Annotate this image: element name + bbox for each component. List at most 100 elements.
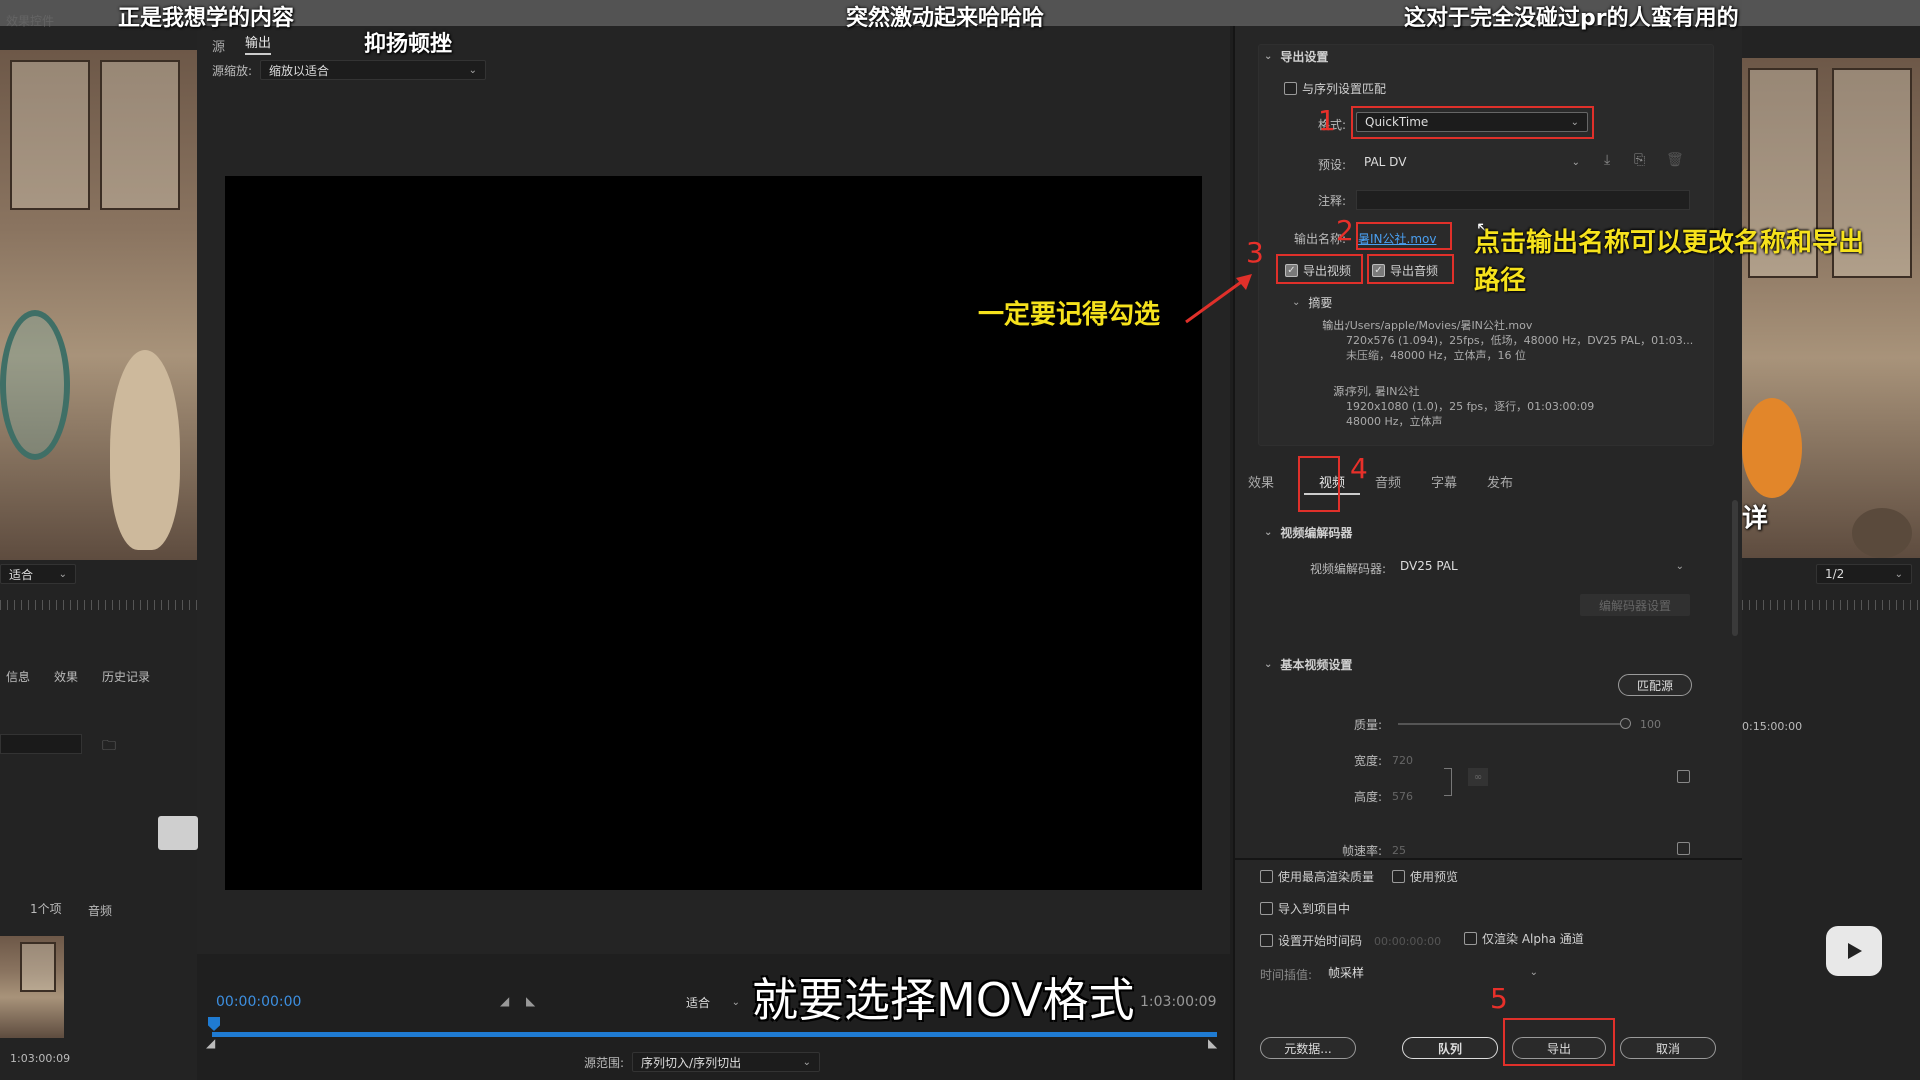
fan-icon	[0, 310, 70, 460]
checkbox-box	[1464, 932, 1477, 945]
chevron-down-icon: ⌄	[1264, 51, 1273, 62]
import-into-project-checkbox[interactable]: 导入到项目中	[1260, 900, 1350, 917]
timeline-bar[interactable]	[212, 1032, 1217, 1037]
end-timecode: 1:03:00:09	[1140, 994, 1217, 1010]
chevron-down-icon: ⌄	[1264, 659, 1273, 670]
time-interpolation-select[interactable]: 帧采样 ⌄	[1320, 962, 1546, 982]
chevron-down-icon: ⌄	[731, 996, 740, 1008]
fit-select-left[interactable]: 适合 ⌄	[0, 564, 76, 584]
match-source-button[interactable]: 匹配源	[1618, 674, 1692, 696]
program-thumbnail-right: 详	[1742, 58, 1920, 558]
summary-header[interactable]: ⌄ 摘要	[1292, 294, 1332, 311]
set-start-timecode-checkbox[interactable]: 设置开始时间码	[1260, 932, 1362, 949]
chevron-down-icon: ⌄	[1529, 966, 1538, 978]
right-char: 详	[1742, 504, 1769, 534]
tab-effects-settings[interactable]: 效果	[1248, 472, 1304, 495]
height-label: 高度:	[1353, 790, 1382, 804]
link-bracket	[1444, 768, 1452, 796]
out-marker-icon[interactable]: ◣	[1208, 1036, 1217, 1050]
start-timecode-value[interactable]: 00:00:00:00	[1374, 934, 1441, 949]
set-in-point-icon[interactable]: ◢	[500, 994, 509, 1008]
chevron-down-icon: ⌄	[1571, 156, 1580, 168]
export-settings-title: 导出设置	[1280, 50, 1329, 64]
folder-icon[interactable]: 🗀	[102, 735, 116, 759]
render-alpha-only-checkbox[interactable]: 仅渲染 Alpha 通道	[1464, 930, 1584, 947]
annotation-number-5: 5	[1490, 982, 1508, 1015]
summary-output-line: 720x576 (1.094)，25fps，低场，48000 Hz，DV25 P…	[1346, 334, 1694, 347]
width-height-checkbox[interactable]	[1677, 770, 1690, 783]
height-value[interactable]: 576	[1392, 789, 1413, 804]
checkbox-box	[1392, 870, 1405, 883]
metadata-button[interactable]: 元数据...	[1260, 1037, 1356, 1059]
divider	[1233, 858, 1742, 860]
tab-captions[interactable]: 字幕	[1416, 472, 1472, 495]
source-range-value: 序列切入/序列切出	[641, 1055, 742, 1070]
item-count: 1个项	[30, 902, 62, 916]
source-range-row: 源范围: 序列切入/序列切出 ⌄	[584, 1052, 821, 1072]
settings-scrollbar[interactable]	[1732, 500, 1738, 636]
tab-info[interactable]: 信息	[6, 668, 30, 685]
clip-thumbnail[interactable]	[0, 936, 64, 1038]
framerate-checkbox[interactable]	[1677, 842, 1690, 855]
fit-select-left-value: 适合	[9, 567, 34, 582]
page-select-right-value: 1/2	[1825, 567, 1845, 581]
time-ruler-right	[1742, 600, 1920, 610]
tab-audio[interactable]: 音频	[1360, 472, 1416, 495]
source-range-select[interactable]: 序列切入/序列切出 ⌄	[632, 1052, 821, 1072]
cancel-button[interactable]: 取消	[1620, 1037, 1716, 1059]
chevron-down-icon: ⌄	[58, 568, 67, 580]
video-codec-header[interactable]: ⌄ 视频编解码器	[1264, 524, 1352, 541]
set-start-timecode-label: 设置开始时间码	[1278, 934, 1363, 948]
clip-timecode: 1:03:00:09	[10, 1052, 71, 1065]
tab-history[interactable]: 历史记录	[102, 668, 150, 685]
framerate-value[interactable]: 25	[1392, 843, 1406, 858]
current-timecode[interactable]: 00:00:00:00	[216, 994, 301, 1010]
summary-output: /Users/apple/Movies/暑IN公社.mov 720x576 (1…	[1346, 318, 1696, 363]
preset-value: PAL DV	[1364, 155, 1407, 169]
in-marker-icon[interactable]: ◢	[206, 1036, 215, 1050]
width-value[interactable]: 720	[1392, 753, 1413, 768]
bin-folder-icon[interactable]	[158, 816, 198, 850]
tab-effects[interactable]: 效果	[54, 668, 78, 685]
quality-value[interactable]: 100	[1640, 717, 1661, 732]
annotation-box-4	[1298, 456, 1340, 512]
danmaku-text-2: 突然激动起来哈哈哈	[846, 6, 1045, 31]
basic-video-header[interactable]: ⌄ 基本视频设置	[1264, 656, 1352, 673]
comment-input[interactable]	[1356, 190, 1690, 210]
import-preset-icon[interactable]: ⎘	[1634, 152, 1645, 168]
codec-settings-button[interactable]: 编解码器设置	[1580, 594, 1690, 616]
max-render-quality-checkbox[interactable]: 使用最高渲染质量	[1260, 868, 1374, 885]
time-ruler-left	[0, 600, 197, 610]
export-settings-header[interactable]: ⌄ 导出设置	[1264, 48, 1328, 65]
summary-output-label: 输出:	[1322, 319, 1348, 332]
set-out-point-icon[interactable]: ◣	[526, 994, 535, 1008]
tab-publish[interactable]: 发布	[1472, 472, 1528, 495]
preset-select[interactable]: PAL DV ⌄	[1356, 152, 1588, 172]
summary-title: 摘要	[1308, 296, 1333, 310]
left-panel-tabs: 信息 效果 历史记录	[0, 668, 197, 685]
annotation-number-1: 1	[1318, 104, 1336, 137]
match-sequence-checkbox[interactable]: 与序列设置匹配	[1284, 80, 1386, 97]
preview-tabs: 源 输出	[212, 32, 272, 55]
summary-output-line: /Users/apple/Movies/暑IN公社.mov	[1346, 319, 1533, 332]
preview-fit-select[interactable]: 适合 ⌄	[678, 992, 748, 1012]
chevron-down-icon: ⌄	[1292, 297, 1301, 308]
quality-slider[interactable]	[1398, 723, 1628, 725]
match-sequence-label: 与序列设置匹配	[1302, 82, 1387, 96]
chevron-down-icon: ⌄	[1894, 568, 1903, 580]
save-preset-icon[interactable]: ⤓	[1604, 152, 1610, 168]
time-interpolation-label: 时间插值:	[1260, 968, 1313, 982]
page-select-right[interactable]: 1/2 ⌄	[1816, 564, 1912, 584]
source-scale-select[interactable]: 缩放以适合 ⌄	[260, 60, 487, 80]
delete-preset-icon[interactable]: 🗑	[1666, 152, 1684, 168]
preset-label: 预设:	[1317, 158, 1346, 172]
use-previews-checkbox[interactable]: 使用预览	[1392, 868, 1458, 885]
chain-link-icon[interactable]: ∞	[1468, 768, 1488, 786]
render-alpha-only-label: 仅渲染 Alpha 通道	[1482, 932, 1584, 946]
tab-output[interactable]: 输出	[245, 32, 272, 55]
tab-source[interactable]: 源	[212, 36, 225, 55]
video-codec-select[interactable]: DV25 PAL ⌄	[1392, 556, 1692, 576]
queue-button[interactable]: 队列	[1402, 1037, 1498, 1059]
quality-slider-handle[interactable]	[1620, 718, 1631, 729]
search-input-left[interactable]	[0, 734, 82, 754]
